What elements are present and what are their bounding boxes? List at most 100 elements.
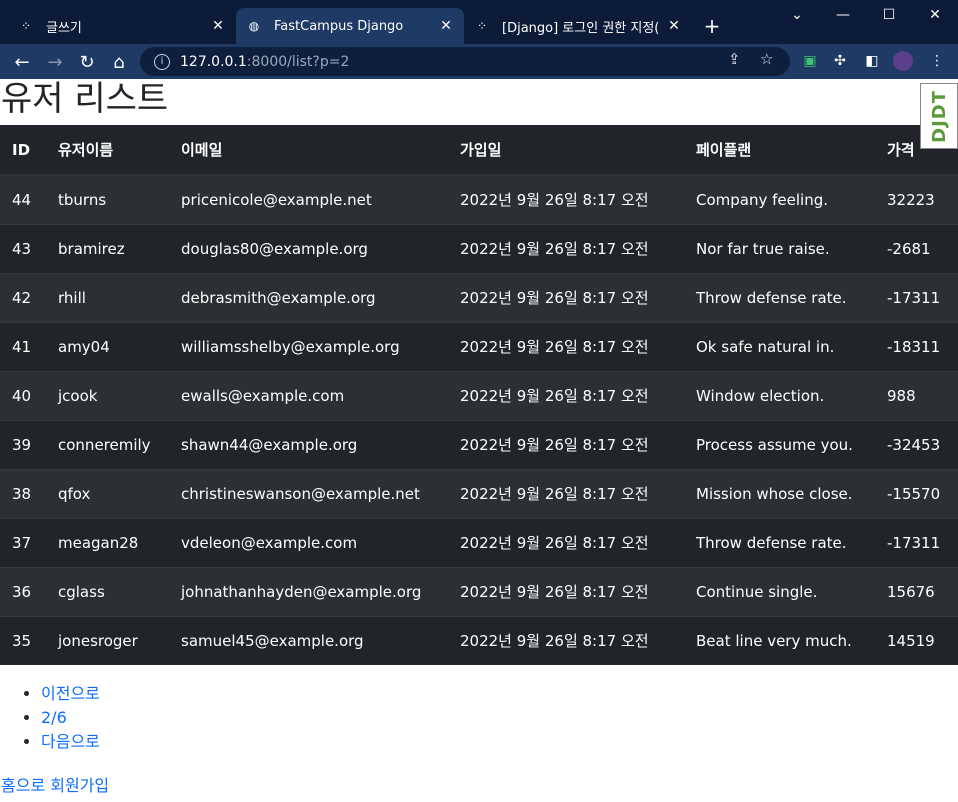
cell-username: cglass [46,566,169,616]
close-icon[interactable]: ✕ [438,18,454,34]
cell-price: -17311 [875,517,958,567]
tab-title: 글쓰기 [46,20,82,36]
table-row: 36 cglass johnathanhayden@example.org 2022년… [0,566,958,616]
tab-django-login[interactable]: ⁘ [Django] 로그인 권한 지정(log ✕ [464,8,692,44]
cell-price: -18311 [875,321,958,371]
cell-email: debrasmith@example.org [169,272,448,322]
close-icon[interactable]: ✕ [666,18,682,34]
cell-username: meagan28 [46,517,169,567]
site-info-icon[interactable]: i [154,53,170,70]
cell-email: williamsshelby@example.org [169,321,448,371]
cell-email: ewalls@example.com [169,370,448,420]
tab-title: FastCampus Django [274,18,404,34]
pager-item: 다음으로 [41,730,958,754]
new-tab-button[interactable]: + [700,14,724,38]
table-row: 39 conneremily shawn44@example.org 2022년 9월… [0,419,958,469]
cell-email: johnathanhayden@example.org [169,566,448,616]
page-content: 유저 리스트 DJDT ID 유저이름 이메일 가입일 페이플랜 가격 44 tb… [0,79,958,802]
bookmark-star-icon[interactable]: ☆ [760,50,773,68]
menu-icon[interactable]: ⋮ [927,51,947,71]
pagination: 이전으로 2/6 다음으로 [0,682,958,754]
forward-icon[interactable]: → [41,48,69,76]
close-icon[interactable]: ✕ [210,18,226,34]
prev-page-link[interactable]: 이전으로 [41,684,100,703]
home-link[interactable]: 홈으로 [1,776,45,795]
cell-id: 35 [0,615,46,665]
user-table: ID 유저이름 이메일 가입일 페이플랜 가격 44 tburns pricenic… [0,125,958,665]
home-icon[interactable]: ⌂ [105,48,133,76]
sidebar-icon[interactable]: ◧ [862,51,882,71]
cell-id: 40 [0,370,46,420]
cell-joined: 2022년 9월 26일 8:17 오전 [448,566,684,616]
pager-item: 이전으로 [41,682,958,706]
table-header-row: ID 유저이름 이메일 가입일 페이플랜 가격 [0,125,958,176]
signup-link[interactable]: 회원가입 [50,776,109,795]
back-icon[interactable]: ← [8,48,36,76]
cell-joined: 2022년 9월 26일 8:17 오전 [448,223,684,273]
cell-joined: 2022년 9월 26일 8:17 오전 [448,321,684,371]
cell-price: 32223 [875,174,958,224]
maximize-icon[interactable]: ☐ [866,0,912,30]
django-debug-toolbar-handle[interactable]: DJDT [920,83,958,149]
tab-fastcampus[interactable]: ◍ FastCampus Django ✕ [236,8,464,44]
table-row: 41 amy04 williamsshelby@example.org 2022년 9… [0,321,958,371]
cell-username: rhill [46,272,169,322]
cell-email: pricenicole@example.net [169,174,448,224]
cell-username: conneremily [46,419,169,469]
avatar[interactable] [893,51,913,71]
tab-write[interactable]: ⁘ 글쓰기 ✕ [8,8,236,44]
cell-email: vdeleon@example.com [169,517,448,567]
cell-price: -2681 [875,223,958,273]
cell-id: 36 [0,566,46,616]
cell-id: 38 [0,468,46,518]
tab-title: [Django] 로그인 권한 지정(log [502,20,660,36]
table-row: 40 jcook ewalls@example.com 2022년 9월 26일 8:… [0,370,958,420]
cell-id: 39 [0,419,46,469]
cell-username: amy04 [46,321,169,371]
table-row: 43 bramirez douglas80@example.org 2022년 9월 … [0,223,958,273]
puzzle-icon[interactable]: ✣ [830,51,850,71]
header-id: ID [0,125,46,176]
cell-username: jcook [46,370,169,420]
share-icon[interactable]: ⇪ [728,50,741,68]
cell-payplan: Throw defense rate. [684,272,875,322]
cell-email: shawn44@example.org [169,419,448,469]
minimize-icon[interactable]: — [820,0,866,30]
cell-email: christineswanson@example.net [169,468,448,518]
cell-price: 988 [875,370,958,420]
cell-payplan: Company feeling. [684,174,875,224]
reload-icon[interactable]: ↻ [73,48,101,76]
tab-search-icon[interactable]: ⌄ [774,0,820,30]
footer-links: 홈으로 회원가입 [0,772,958,796]
url-path: :8000/list?p=2 [246,53,350,70]
cell-joined: 2022년 9월 26일 8:17 오전 [448,615,684,665]
cell-username: tburns [46,174,169,224]
cell-username: jonesroger [46,615,169,665]
cell-id: 42 [0,272,46,322]
extension-icon[interactable]: ▣ [800,51,820,71]
cell-email: douglas80@example.org [169,223,448,273]
cell-id: 44 [0,174,46,224]
cell-payplan: Throw defense rate. [684,517,875,567]
table-row: 35 jonesroger samuel45@example.org 2022년 9월… [0,615,958,665]
browser-toolbar: ← → ↻ ⌂ i 127.0.0.1:8000/list?p=2 ⇪ ☆ ▣ … [0,44,958,79]
cell-payplan: Window election. [684,370,875,420]
table-row: 37 meagan28 vdeleon@example.com 2022년 9월 26… [0,517,958,567]
header-username: 유저이름 [46,125,169,176]
cell-price: 15676 [875,566,958,616]
tistory-icon: ⁘ [20,19,32,33]
address-bar[interactable]: i 127.0.0.1:8000/list?p=2 [140,47,790,76]
cell-joined: 2022년 9월 26일 8:17 오전 [448,272,684,322]
page-title: 유저 리스트 [1,79,169,119]
cell-price: -15570 [875,468,958,518]
cell-id: 41 [0,321,46,371]
current-page-link[interactable]: 2/6 [41,708,67,727]
window-close-icon[interactable]: ✕ [912,0,958,30]
cell-joined: 2022년 9월 26일 8:17 오전 [448,174,684,224]
cell-joined: 2022년 9월 26일 8:17 오전 [448,370,684,420]
next-page-link[interactable]: 다음으로 [41,732,100,751]
cell-price: -17311 [875,272,958,322]
pager-item: 2/6 [41,706,958,730]
cell-payplan: Nor far true raise. [684,223,875,273]
cell-email: samuel45@example.org [169,615,448,665]
